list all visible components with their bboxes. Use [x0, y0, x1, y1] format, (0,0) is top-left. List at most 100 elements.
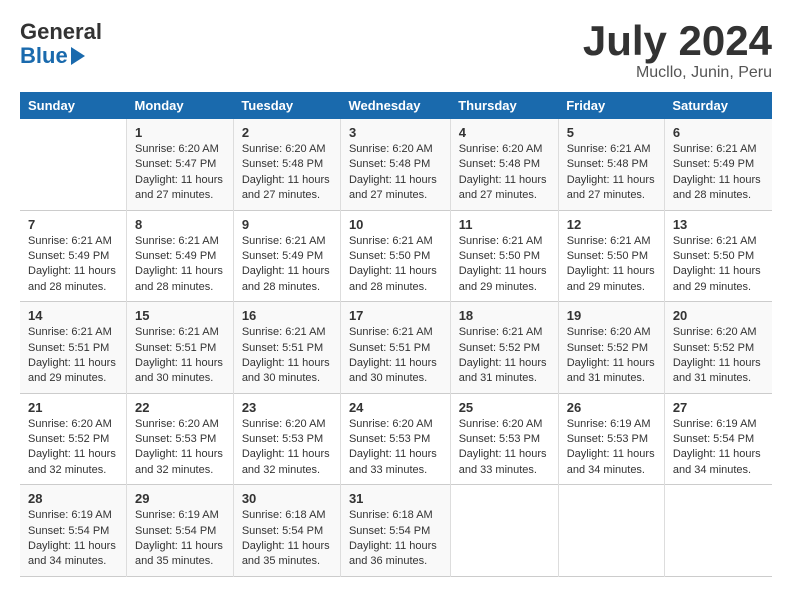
day-info: Sunrise: 6:21 AMSunset: 5:52 PMDaylight:… [459, 325, 550, 387]
day-info: Sunrise: 6:20 AMSunset: 5:52 PMDaylight:… [567, 325, 656, 387]
day-info: Sunrise: 6:21 AMSunset: 5:50 PMDaylight:… [349, 234, 442, 296]
day-number: 12 [567, 217, 656, 232]
day-number: 29 [135, 491, 225, 506]
day-number: 26 [567, 400, 656, 415]
day-info: Sunrise: 6:21 AMSunset: 5:49 PMDaylight:… [242, 234, 332, 296]
calendar-cell: 23 Sunrise: 6:20 AMSunset: 5:53 PMDayligh… [233, 393, 340, 485]
day-number: 27 [673, 400, 764, 415]
day-number: 18 [459, 308, 550, 323]
calendar-cell: 28 Sunrise: 6:19 AMSunset: 5:54 PMDayligh… [20, 485, 127, 577]
header-row: SundayMondayTuesdayWednesdayThursdayFrid… [20, 92, 772, 119]
day-number: 14 [28, 308, 118, 323]
day-number: 1 [135, 125, 225, 140]
calendar-cell: 4 Sunrise: 6:20 AMSunset: 5:48 PMDaylight… [450, 119, 558, 210]
calendar-cell: 25Sunrise: 6:20 AMSunset: 5:53 PMDayligh… [450, 393, 558, 485]
day-info: Sunrise: 6:20 AMSunset: 5:48 PMDaylight:… [242, 142, 332, 204]
logo-general: General [20, 20, 102, 44]
calendar-cell: 11Sunrise: 6:21 AMSunset: 5:50 PMDayligh… [450, 210, 558, 302]
calendar-cell: 29 Sunrise: 6:19 AMSunset: 5:54 PMDayligh… [127, 485, 234, 577]
day-info: Sunrise: 6:21 AMSunset: 5:48 PMDaylight:… [567, 142, 656, 204]
calendar-cell: 3Sunrise: 6:20 AMSunset: 5:48 PMDaylight… [340, 119, 450, 210]
calendar-cell [20, 119, 127, 210]
weekday-header: Sunday [20, 92, 127, 119]
calendar-cell: 13 Sunrise: 6:21 AMSunset: 5:50 PMDayligh… [664, 210, 772, 302]
calendar-cell: 15 Sunrise: 6:21 AMSunset: 5:51 PMDayligh… [127, 302, 234, 394]
day-number: 4 [459, 125, 550, 140]
day-number: 19 [567, 308, 656, 323]
day-info: Sunrise: 6:20 AMSunset: 5:53 PMDaylight:… [135, 417, 225, 479]
day-info: Sunrise: 6:18 AMSunset: 5:54 PMDaylight:… [242, 508, 332, 570]
day-number: 22 [135, 400, 225, 415]
logo: General Blue [20, 20, 102, 68]
calendar-week-row: 28 Sunrise: 6:19 AMSunset: 5:54 PMDayligh… [20, 485, 772, 577]
day-number: 23 [242, 400, 332, 415]
day-info: Sunrise: 6:20 AMSunset: 5:48 PMDaylight:… [459, 142, 550, 204]
day-number: 10 [349, 217, 442, 232]
calendar-cell: 12 Sunrise: 6:21 AMSunset: 5:50 PMDayligh… [558, 210, 664, 302]
calendar-cell [558, 485, 664, 577]
day-info: Sunrise: 6:21 AMSunset: 5:51 PMDaylight:… [28, 325, 118, 387]
logo-blue: Blue [20, 44, 68, 68]
day-number: 28 [28, 491, 118, 506]
day-info: Sunrise: 6:21 AMSunset: 5:51 PMDaylight:… [242, 325, 332, 387]
weekday-header: Tuesday [233, 92, 340, 119]
day-info: Sunrise: 6:19 AMSunset: 5:54 PMDaylight:… [28, 508, 118, 570]
month-year-title: July 2024 [583, 20, 772, 62]
calendar-week-row: 7 Sunrise: 6:21 AMSunset: 5:49 PMDaylight… [20, 210, 772, 302]
day-info: Sunrise: 6:19 AMSunset: 5:54 PMDaylight:… [135, 508, 225, 570]
calendar-cell: 24 Sunrise: 6:20 AMSunset: 5:53 PMDayligh… [340, 393, 450, 485]
day-info: Sunrise: 6:18 AMSunset: 5:54 PMDaylight:… [349, 508, 442, 570]
calendar-cell: 5 Sunrise: 6:21 AMSunset: 5:48 PMDaylight… [558, 119, 664, 210]
calendar-cell: 2 Sunrise: 6:20 AMSunset: 5:48 PMDaylight… [233, 119, 340, 210]
calendar-cell: 19 Sunrise: 6:20 AMSunset: 5:52 PMDayligh… [558, 302, 664, 394]
day-number: 13 [673, 217, 764, 232]
day-info: Sunrise: 6:21 AMSunset: 5:49 PMDaylight:… [673, 142, 764, 204]
day-number: 6 [673, 125, 764, 140]
day-info: Sunrise: 6:20 AMSunset: 5:53 PMDaylight:… [349, 417, 442, 479]
location-subtitle: Mucllo, Junin, Peru [583, 64, 772, 82]
calendar-cell: 26 Sunrise: 6:19 AMSunset: 5:53 PMDayligh… [558, 393, 664, 485]
calendar-cell: 20 Sunrise: 6:20 AMSunset: 5:52 PMDayligh… [664, 302, 772, 394]
calendar-cell: 14 Sunrise: 6:21 AMSunset: 5:51 PMDayligh… [20, 302, 127, 394]
day-info: Sunrise: 6:21 AMSunset: 5:50 PMDaylight:… [567, 234, 656, 296]
calendar-cell: 18 Sunrise: 6:21 AMSunset: 5:52 PMDayligh… [450, 302, 558, 394]
calendar-cell: 30 Sunrise: 6:18 AMSunset: 5:54 PMDayligh… [233, 485, 340, 577]
calendar-cell: 7 Sunrise: 6:21 AMSunset: 5:49 PMDaylight… [20, 210, 127, 302]
calendar-week-row: 14 Sunrise: 6:21 AMSunset: 5:51 PMDayligh… [20, 302, 772, 394]
day-info: Sunrise: 6:19 AMSunset: 5:54 PMDaylight:… [673, 417, 764, 479]
day-info: Sunrise: 6:20 AMSunset: 5:53 PMDaylight:… [242, 417, 332, 479]
page-header: General Blue July 2024 Mucllo, Junin, Pe… [20, 20, 772, 82]
day-info: Sunrise: 6:20 AMSunset: 5:52 PMDaylight:… [673, 325, 764, 387]
day-info: Sunrise: 6:21 AMSunset: 5:51 PMDaylight:… [135, 325, 225, 387]
day-number: 25 [459, 400, 550, 415]
day-number: 30 [242, 491, 332, 506]
title-section: July 2024 Mucllo, Junin, Peru [583, 20, 772, 82]
day-info: Sunrise: 6:21 AMSunset: 5:51 PMDaylight:… [349, 325, 442, 387]
day-info: Sunrise: 6:21 AMSunset: 5:49 PMDaylight:… [135, 234, 225, 296]
calendar-cell: 17Sunrise: 6:21 AMSunset: 5:51 PMDayligh… [340, 302, 450, 394]
day-number: 20 [673, 308, 764, 323]
weekday-header: Saturday [664, 92, 772, 119]
calendar-cell: 8 Sunrise: 6:21 AMSunset: 5:49 PMDaylight… [127, 210, 234, 302]
day-number: 7 [28, 217, 118, 232]
day-number: 5 [567, 125, 656, 140]
day-number: 24 [349, 400, 442, 415]
calendar-week-row: 1 Sunrise: 6:20 AMSunset: 5:47 PMDaylight… [20, 119, 772, 210]
day-info: Sunrise: 6:21 AMSunset: 5:50 PMDaylight:… [673, 234, 764, 296]
day-info: Sunrise: 6:20 AMSunset: 5:47 PMDaylight:… [135, 142, 225, 204]
day-number: 11 [459, 217, 550, 232]
day-number: 15 [135, 308, 225, 323]
calendar-cell: 21Sunrise: 6:20 AMSunset: 5:52 PMDayligh… [20, 393, 127, 485]
calendar-cell: 1 Sunrise: 6:20 AMSunset: 5:47 PMDaylight… [127, 119, 234, 210]
day-info: Sunrise: 6:19 AMSunset: 5:53 PMDaylight:… [567, 417, 656, 479]
calendar-cell: 16Sunrise: 6:21 AMSunset: 5:51 PMDayligh… [233, 302, 340, 394]
calendar-table: SundayMondayTuesdayWednesdayThursdayFrid… [20, 92, 772, 577]
day-number: 8 [135, 217, 225, 232]
day-number: 9 [242, 217, 332, 232]
calendar-cell [664, 485, 772, 577]
day-number: 3 [349, 125, 442, 140]
day-info: Sunrise: 6:21 AMSunset: 5:49 PMDaylight:… [28, 234, 118, 296]
day-number: 2 [242, 125, 332, 140]
calendar-cell: 10 Sunrise: 6:21 AMSunset: 5:50 PMDayligh… [340, 210, 450, 302]
weekday-header: Monday [127, 92, 234, 119]
